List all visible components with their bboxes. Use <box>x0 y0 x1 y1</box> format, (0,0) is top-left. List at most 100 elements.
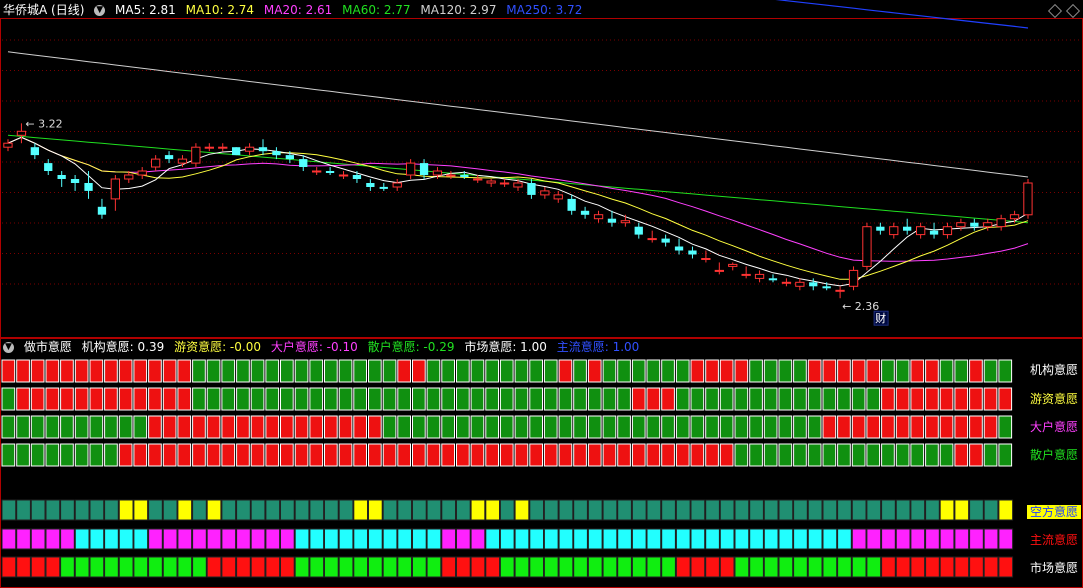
will-cell <box>368 415 382 439</box>
will-cell <box>485 387 499 411</box>
will-cell <box>499 415 514 439</box>
chevron-down-icon[interactable]: ▼ <box>3 342 14 353</box>
will-cell <box>118 415 133 439</box>
will-cell <box>939 359 954 383</box>
flow-cell <box>587 528 603 550</box>
will-cell <box>368 359 382 383</box>
will-cell <box>309 415 324 439</box>
will-cell <box>16 387 30 411</box>
flow-cell <box>837 499 852 521</box>
flow-cell <box>763 556 779 578</box>
flow-cell <box>309 499 325 521</box>
flow-cell <box>412 556 427 578</box>
will-cell <box>969 387 983 411</box>
will-cell <box>998 359 1013 383</box>
flow-cell <box>719 528 735 550</box>
will-cell <box>749 415 763 439</box>
flow-cell <box>1 499 17 521</box>
will-cell <box>690 387 705 411</box>
will-cell <box>675 443 690 467</box>
will-cell <box>118 443 133 467</box>
flow-cell <box>265 499 281 521</box>
candle-down <box>809 282 818 287</box>
candle-down <box>903 226 912 231</box>
flow-cell <box>221 528 237 550</box>
flow-cell <box>514 556 530 578</box>
will-cell <box>529 359 543 383</box>
will-cell <box>45 443 60 467</box>
will-cell <box>265 443 280 467</box>
flow-cell <box>866 499 882 521</box>
will-cell <box>89 415 104 439</box>
ma120-value: MA120: 2.97 <box>420 3 497 17</box>
will-cell <box>602 387 617 411</box>
will-cell <box>837 415 851 439</box>
candle-down <box>30 147 39 156</box>
will-cell <box>485 443 499 467</box>
will-cell <box>118 387 133 411</box>
flow-cell <box>705 556 720 578</box>
will-cell <box>543 359 558 383</box>
flow-cell <box>236 528 251 550</box>
flow-cell <box>104 499 119 521</box>
candle-up <box>446 174 456 177</box>
candle-up <box>406 162 416 176</box>
flow-cell <box>74 528 90 550</box>
candle-down <box>419 163 429 175</box>
will-cell <box>221 415 236 439</box>
flow-cell <box>602 528 618 550</box>
flow-cell <box>368 499 383 521</box>
will-cell <box>309 387 324 411</box>
will-cell <box>30 443 45 467</box>
flow-cell <box>382 528 398 550</box>
candle-up <box>942 226 953 236</box>
will-cell <box>983 359 998 383</box>
will-cell <box>294 443 309 467</box>
will-cell <box>851 387 866 411</box>
will-cell <box>280 443 294 467</box>
will-cell <box>118 359 133 383</box>
mainstream-value: 主流意愿: 1.00 <box>556 340 640 354</box>
will-cell <box>983 443 998 467</box>
flow-cell <box>192 556 207 578</box>
will-cell <box>587 415 602 439</box>
flow-cell <box>324 556 339 578</box>
candle-up <box>956 222 966 228</box>
flow-cell <box>60 499 75 521</box>
flow-cell <box>16 556 31 578</box>
flow-cell <box>969 528 984 550</box>
will-cell <box>910 359 925 383</box>
flow-cell <box>617 528 632 550</box>
will-cell <box>558 359 573 383</box>
will-cell <box>954 387 969 411</box>
candle-down <box>379 186 388 189</box>
main-chart-header: 华侨城A (日线) ▼ MA5: 2.81 MA10: 2.74 MA20: 2… <box>3 1 588 19</box>
flow-cell <box>162 528 178 550</box>
flow-cell <box>749 556 764 578</box>
flow-cell <box>118 499 134 521</box>
will-cell <box>148 387 162 411</box>
will-cell <box>705 415 719 439</box>
stock-chart-window: ← 3.22 ← 2.36 财 华侨城A (日线) ▼ MA5: 2.81 MA10… <box>0 0 1083 588</box>
will-cell <box>45 415 60 439</box>
will-cell <box>236 359 250 383</box>
candle-down <box>876 226 885 231</box>
flow-cell <box>705 528 720 550</box>
will-cell <box>265 415 280 439</box>
will-cell <box>983 387 998 411</box>
candle-down <box>97 206 107 215</box>
will-cell <box>294 415 309 439</box>
row-label-empty: 空方意愿 <box>1026 505 1081 519</box>
chevron-down-icon[interactable]: ▼ <box>94 5 106 16</box>
flow-cell <box>148 528 163 550</box>
flow-cell <box>998 499 1014 521</box>
will-cell <box>133 387 148 411</box>
will-cell <box>192 415 206 439</box>
will-cell <box>881 443 895 467</box>
will-cell <box>441 415 455 439</box>
candlestick-chart[interactable]: ← 3.22← 2.36财 <box>0 0 1083 338</box>
flow-cell <box>104 528 119 550</box>
will-cell <box>719 415 734 439</box>
will-cell <box>925 359 939 383</box>
flow-cell <box>587 499 603 521</box>
